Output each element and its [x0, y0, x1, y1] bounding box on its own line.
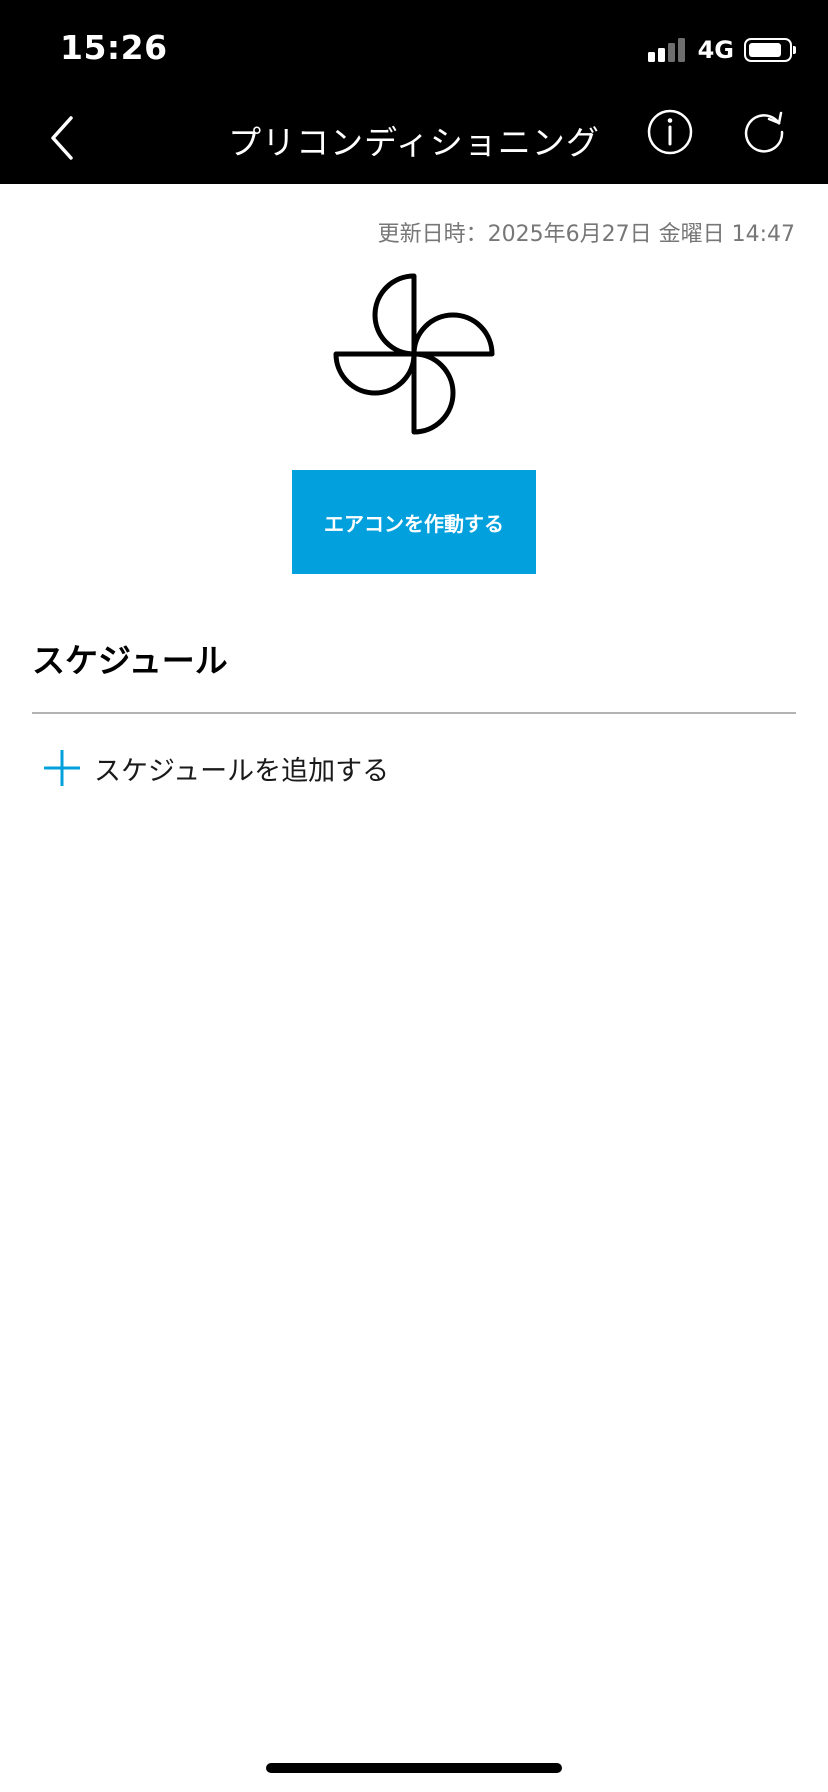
add-schedule-button[interactable]: スケジュールを追加する: [40, 744, 389, 792]
signal-bar: [657, 48, 665, 62]
battery-tip: [793, 46, 796, 54]
page-title: プリコンディショニング: [228, 123, 600, 162]
refresh-button[interactable]: [738, 106, 790, 158]
schedule-section-title: スケジュール: [32, 641, 228, 680]
signal-bar: [667, 43, 675, 62]
chevron-left-icon: [51, 116, 73, 160]
fan-icon: [333, 273, 495, 435]
signal-bar: [677, 38, 685, 62]
battery-icon: [744, 38, 796, 62]
signal-strength-icon: [647, 38, 688, 62]
home-indicator[interactable]: [266, 1763, 562, 1773]
divider: [32, 712, 796, 714]
run-ac-button[interactable]: エアコンを作動する: [292, 470, 536, 574]
network-type: 4G: [697, 36, 734, 64]
last-updated-text: 更新日時：2025年6月27日 金曜日 14:47: [377, 222, 795, 247]
info-icon: [647, 109, 693, 155]
status-indicators: 4G: [647, 36, 796, 64]
add-schedule-label: スケジュールを追加する: [94, 755, 390, 787]
status-time: 15:26: [60, 28, 168, 67]
signal-bar: [647, 52, 655, 62]
navigation-bar: プリコンディショニング: [0, 92, 828, 184]
plus-icon: [44, 750, 80, 786]
battery-level: [749, 43, 781, 57]
info-button[interactable]: [644, 106, 696, 158]
back-button[interactable]: [40, 112, 92, 164]
status-bar: 15:26 4G: [0, 0, 828, 92]
refresh-icon: [744, 111, 784, 153]
